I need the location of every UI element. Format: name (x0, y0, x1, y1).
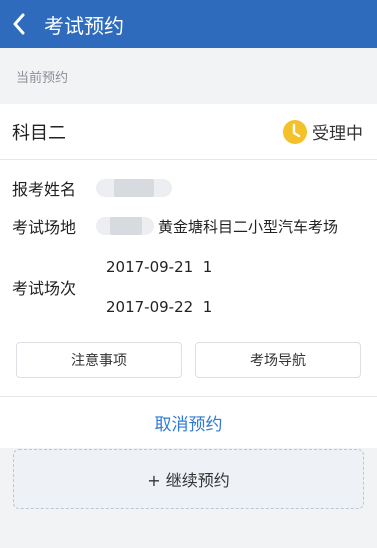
subject-title: 科目二 (12, 122, 66, 144)
action-buttons: 注意事项 考场导航 (0, 324, 377, 396)
section-label: 当前预约 (16, 70, 69, 86)
continue-booking-button[interactable]: + 继续预约 (13, 449, 364, 509)
redacted-venue-prefix (96, 217, 154, 235)
page-title: 考试预约 (44, 13, 124, 38)
session-date: 2017-09-21 1 (106, 258, 213, 276)
session-date: 2017-09-22 1 (106, 298, 213, 316)
name-row: 报考姓名 (12, 174, 377, 202)
venue-row: 考试场地 黄金塘科目二小型汽车考场 (12, 212, 377, 240)
chevron-left-icon[interactable] (12, 12, 34, 36)
notice-button[interactable]: 注意事项 (16, 342, 182, 378)
session-label: 考试场次 (12, 279, 77, 298)
cancel-booking-button[interactable]: 取消预约 (0, 396, 377, 448)
booking-card: 科目二 受理中 报考姓名 考试场地 黄金塘科目二小型汽车考场 考试场次 2017… (0, 104, 377, 448)
venue-text: 黄金塘科目二小型汽车考场 (158, 217, 339, 236)
clock-icon (283, 119, 307, 144)
name-label: 报考姓名 (12, 180, 77, 199)
booking-card-header: 科目二 受理中 (0, 104, 377, 160)
booking-info: 报考姓名 考试场地 黄金塘科目二小型汽车考场 考试场次 2017-09-21 1… (0, 160, 377, 324)
navigation-button[interactable]: 考场导航 (195, 342, 361, 378)
redacted-name (96, 179, 172, 197)
session-list: 2017-09-21 1 2017-09-22 1 (106, 258, 212, 316)
venue-label: 考试场地 (12, 218, 77, 237)
app-header: 考试预约 (0, 0, 377, 48)
session-row: 考试场次 2017-09-21 1 2017-09-22 1 (12, 250, 377, 324)
status-text: 受理中 (312, 124, 363, 144)
status-badge: 受理中 (283, 119, 363, 144)
